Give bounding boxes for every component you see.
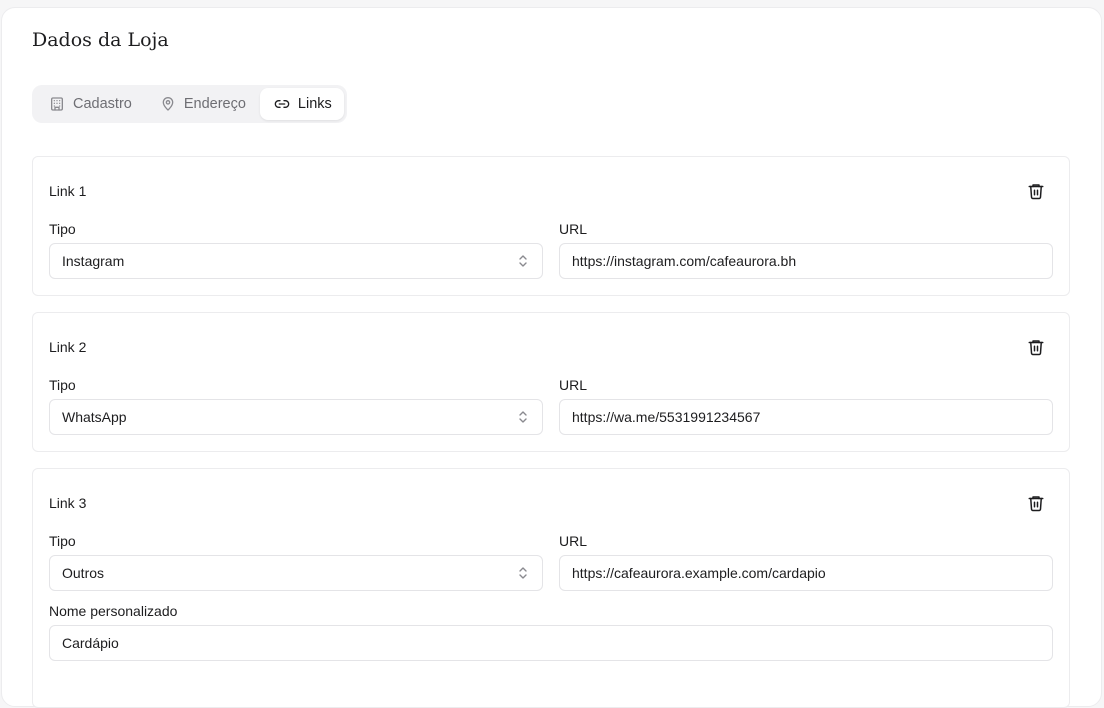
url-label: URL [559,533,588,549]
url-input[interactable]: https://cafeaurora.example.com/cardapio [559,555,1053,591]
url-label: URL [559,377,588,393]
chevron-up-down-icon [518,410,528,424]
tab-list: Cadastro Endereço Links [32,85,347,123]
tipo-label: Tipo [49,377,76,393]
tipo-select-value: Outros [62,565,105,581]
tipo-select[interactable]: WhatsApp [49,399,543,435]
custom-name-label: Nome personalizado [49,603,178,619]
link-item: Link 2 Tipo WhatsApp URL https://wa.me/5… [32,312,1070,452]
page-title: Dados da Loja [32,29,169,51]
delete-link-button[interactable] [1027,338,1045,356]
tipo-label: Tipo [49,221,76,237]
tab-endereco-label: Endereço [183,96,246,112]
tipo-select-value: WhatsApp [62,409,127,425]
tipo-label: Tipo [49,533,76,549]
tipo-select[interactable]: Instagram [49,243,543,279]
tipo-select[interactable]: Outros [49,555,543,591]
tab-links-label: Links [297,96,332,112]
trash-icon [1027,182,1045,200]
link-title: Link 3 [49,495,87,511]
trash-icon [1027,494,1045,512]
url-input[interactable]: https://wa.me/5531991234567 [559,399,1053,435]
tab-cadastro-label: Cadastro [73,96,132,112]
chevron-up-down-icon [518,254,528,268]
delete-link-button[interactable] [1027,182,1045,200]
link-item: Link 3 Tipo Outros URL https://cafeauror… [32,468,1070,708]
custom-name-input-value: Cardápio [62,635,119,651]
tipo-select-value: Instagram [62,253,125,269]
custom-name-input[interactable]: Cardápio [49,625,1053,661]
delete-link-button[interactable] [1027,494,1045,512]
building-icon [49,96,65,112]
tab-links[interactable]: Links [259,88,344,120]
tab-endereco[interactable]: Endereço [146,88,258,120]
trash-icon [1027,338,1045,356]
link-title: Link 2 [49,339,87,355]
url-input-value: https://instagram.com/cafeaurora.bh [572,253,797,269]
url-input-value: https://wa.me/5531991234567 [572,409,761,425]
link-item: Link 1 Tipo Instagram URL https://instag… [32,156,1070,296]
url-label: URL [559,221,588,237]
link-title: Link 1 [49,183,87,199]
map-pin-icon [160,96,176,112]
chevron-up-down-icon [518,566,528,580]
tab-cadastro[interactable]: Cadastro [35,88,144,120]
url-input[interactable]: https://instagram.com/cafeaurora.bh [559,243,1053,279]
link-icon [274,96,290,112]
url-input-value: https://cafeaurora.example.com/cardapio [572,565,826,581]
